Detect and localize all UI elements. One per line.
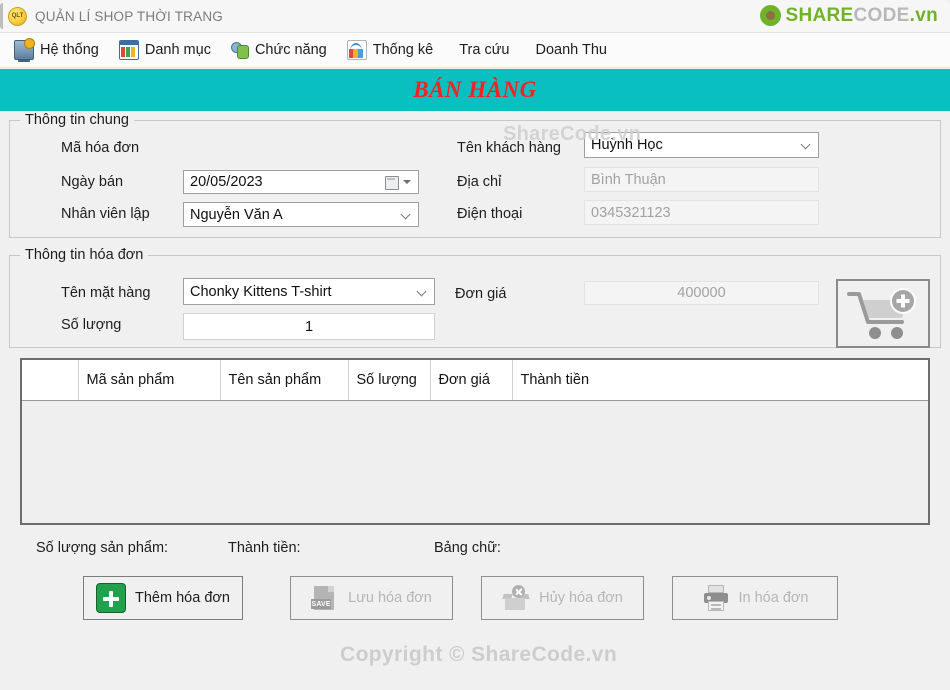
address-input[interactable]: Bình Thuận xyxy=(584,167,819,192)
page-banner: BÁN HÀNG xyxy=(0,69,950,111)
item-name-value: Chonky Kittens T-shirt xyxy=(190,283,332,300)
general-info-legend: Thông tin chung xyxy=(20,112,134,128)
column-header-total[interactable]: Thành tiền xyxy=(512,360,928,401)
staff-select[interactable]: Nguyễn Văn A xyxy=(183,202,419,227)
unit-price-value: 400000 xyxy=(677,285,726,301)
cart-add-icon xyxy=(847,287,916,339)
customer-name-select[interactable]: Huỳnh Học xyxy=(584,132,819,158)
column-header-product-code[interactable]: Mã sản phẩm xyxy=(78,360,221,401)
address-value: Bình Thuận xyxy=(591,171,666,188)
add-icon xyxy=(96,583,127,613)
sharecode-logo: SHARECODE.vn xyxy=(759,5,938,26)
statistics-icon xyxy=(346,40,367,60)
column-header-unit-price[interactable]: Đơn giá xyxy=(430,360,513,401)
chevron-down-icon[interactable] xyxy=(802,141,811,150)
functions-icon xyxy=(230,41,249,59)
application-window: QLT QUẢN LÍ SHOP THỜI TRANG SHARECODE.vn… xyxy=(0,0,950,690)
invoice-items-table-element: Mã sản phẩm Tên sản phẩm Số lượng Đơn gi… xyxy=(22,360,928,401)
calendar-icon[interactable] xyxy=(385,176,399,190)
menu-item-tra-cuu[interactable]: Tra cứu xyxy=(449,39,519,61)
app-logo-icon: QLT xyxy=(8,6,27,26)
quantity-input[interactable]: 1 xyxy=(183,313,435,340)
print-invoice-label: In hóa đơn xyxy=(738,590,809,606)
label-total-quantity: Số lượng sản phẩm: xyxy=(36,540,169,556)
cancel-invoice-label: Hủy hóa đơn xyxy=(539,590,623,606)
menu-label: Doanh Thu xyxy=(535,42,607,58)
unit-price-input: 400000 xyxy=(584,281,819,305)
print-icon xyxy=(702,584,730,612)
save-invoice-label: Lưu hóa đơn xyxy=(348,590,432,606)
phone-value: 0345321123 xyxy=(591,204,671,221)
add-to-cart-button[interactable] xyxy=(836,279,930,348)
column-header-product-name[interactable]: Tên sản phẩm xyxy=(220,360,349,401)
quantity-value: 1 xyxy=(304,318,314,335)
label-invoice-code: Mã hóa đơn xyxy=(61,140,140,156)
save-icon-text: SAVE xyxy=(311,599,332,609)
title-bar: QLT QUẢN LÍ SHOP THỜI TRANG SHARECODE.vn xyxy=(0,0,950,33)
chevron-down-icon[interactable] xyxy=(403,180,411,184)
label-quantity: Số lượng xyxy=(61,317,122,333)
cancel-icon xyxy=(502,584,530,612)
table-header-row: Mã sản phẩm Tên sản phẩm Số lượng Đơn gi… xyxy=(22,360,928,401)
menu-label: Danh mục xyxy=(144,42,211,58)
chevron-down-icon[interactable] xyxy=(418,288,427,297)
label-sale-date: Ngày bán xyxy=(61,174,124,190)
save-icon: SAVE xyxy=(311,584,339,612)
label-amount-in-words: Bảng chữ: xyxy=(434,540,501,556)
brand-vn-text: .vn xyxy=(909,5,938,26)
menu-item-chuc-nang[interactable]: Chức năng xyxy=(227,38,337,62)
print-invoice-button[interactable]: In hóa đơn xyxy=(672,576,838,620)
table-header: Mã sản phẩm Tên sản phẩm Số lượng Đơn gi… xyxy=(22,360,928,401)
column-header-quantity[interactable]: Số lượng xyxy=(348,360,431,401)
menu-item-he-thong[interactable]: Hệ thống xyxy=(10,37,109,63)
label-item-name: Tên mặt hàng xyxy=(61,285,151,301)
window-title: QUẢN LÍ SHOP THỜI TRANG xyxy=(35,8,223,24)
catalog-icon xyxy=(118,40,139,60)
add-invoice-label: Thêm hóa đơn xyxy=(135,590,230,606)
label-total-amount: Thành tiền: xyxy=(228,540,301,556)
label-address: Địa chỉ xyxy=(457,174,502,190)
sale-date-value: 20/05/2023 xyxy=(190,174,263,190)
add-invoice-button[interactable]: Thêm hóa đơn xyxy=(83,576,243,620)
label-phone: Điện thoại xyxy=(457,206,523,222)
menu-label: Thống kê xyxy=(372,42,434,58)
system-icon xyxy=(14,38,35,62)
menu-item-doanh-thu[interactable]: Doanh Thu xyxy=(525,39,616,61)
menu-label: Tra cứu xyxy=(459,42,510,58)
menu-label: Hệ thống xyxy=(40,42,99,58)
label-staff: Nhân viên lập xyxy=(61,206,150,222)
brand-code-text: CODE xyxy=(853,5,910,26)
staff-value: Nguyễn Văn A xyxy=(190,206,283,223)
menu-bar: Hệ thống Danh mục Chức năng Thống kê Tra… xyxy=(0,33,950,68)
page-title: BÁN HÀNG xyxy=(413,77,537,102)
column-header-select[interactable] xyxy=(22,360,79,401)
sharecode-mark-icon xyxy=(759,5,781,26)
chevron-down-icon[interactable] xyxy=(402,211,411,220)
menu-item-thong-ke[interactable]: Thống kê xyxy=(343,37,443,63)
cancel-invoice-button[interactable]: Hủy hóa đơn xyxy=(481,576,644,620)
invoice-info-legend: Thông tin hóa đơn xyxy=(20,247,149,263)
customer-name-value: Huỳnh Học xyxy=(591,137,663,153)
menu-label: Chức năng xyxy=(254,42,327,58)
invoice-items-table[interactable]: Mã sản phẩm Tên sản phẩm Số lượng Đơn gi… xyxy=(20,358,930,525)
sale-date-input[interactable]: 20/05/2023 xyxy=(183,170,419,194)
label-unit-price: Đơn giá xyxy=(455,286,507,302)
label-customer-name: Tên khách hàng xyxy=(457,140,561,156)
menu-item-danh-muc[interactable]: Danh mục xyxy=(115,37,221,63)
item-name-select[interactable]: Chonky Kittens T-shirt xyxy=(183,278,435,305)
watermark-bottom: Copyright © ShareCode.vn xyxy=(340,643,618,666)
save-invoice-button[interactable]: SAVE Lưu hóa đơn xyxy=(290,576,453,620)
brand-share-text: SHARE xyxy=(785,5,854,26)
sharecode-wordmark: SHARECODE.vn xyxy=(786,6,938,25)
phone-input[interactable]: 0345321123 xyxy=(584,200,819,225)
